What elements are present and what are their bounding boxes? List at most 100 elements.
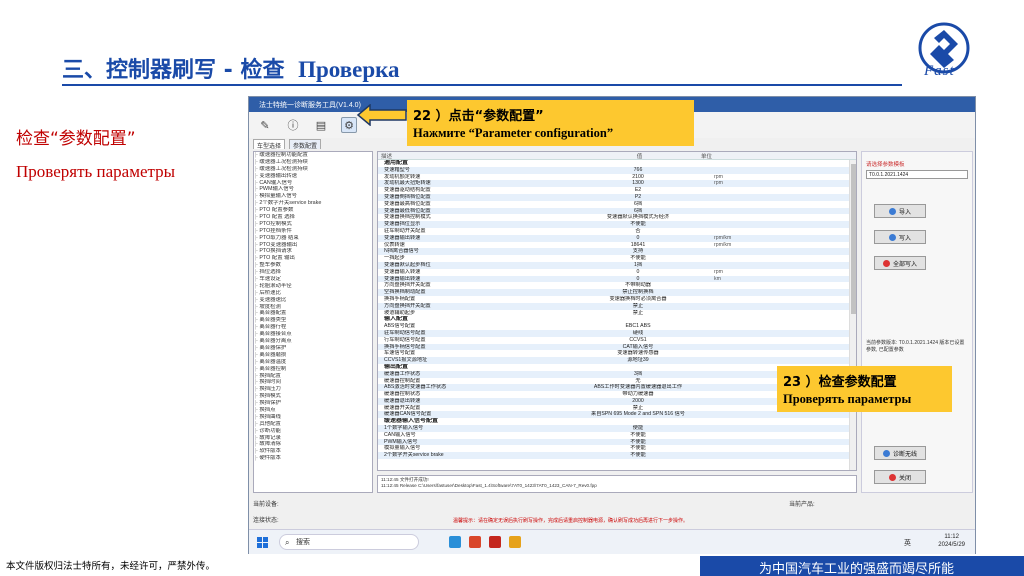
tree-item[interactable]: ├ 换挡保护: [254, 400, 372, 407]
tree-item[interactable]: ├ 轮胎滚动半径: [254, 283, 372, 290]
taskbar-search[interactable]: ⌕ 搜索: [279, 534, 419, 550]
write-button[interactable]: 写入: [874, 230, 926, 244]
tree-item[interactable]: ├ 离合器控制: [254, 366, 372, 373]
diag-button[interactable]: 诊断无线: [874, 446, 926, 460]
tree-item[interactable]: ├ PTO挂档条件: [254, 228, 372, 235]
grid-row[interactable]: 空挡换档制动配置 禁止控制换档: [378, 289, 856, 296]
grid-row[interactable]: 行车制动信号配置 CCVS1: [378, 337, 856, 344]
tree-item[interactable]: ├ PTO换挡请求: [254, 248, 372, 255]
grid-row[interactable]: 坡道辅助起步 禁止: [378, 310, 856, 317]
tree-item[interactable]: ├ 模拟量输入信号: [254, 193, 372, 200]
tree-item[interactable]: ├ PTO控制模式: [254, 221, 372, 228]
grid-group-row[interactable]: 输入配置: [378, 316, 856, 324]
grid-row[interactable]: 变速器输出转速 0 km: [378, 275, 856, 283]
tree-item[interactable]: ├ CAN输入信号: [254, 180, 372, 187]
tree-item[interactable]: ├ 离合器配置: [254, 310, 372, 317]
grid-row[interactable]: 变速器输出转速 0 rpm/km: [378, 234, 856, 242]
template-select[interactable]: T0.0.1.2021.1424: [866, 170, 968, 179]
tree-item[interactable]: ├ 其他配置: [254, 421, 372, 428]
tab-vehicle[interactable]: 车型选择: [253, 139, 286, 150]
grid-row[interactable]: 变速器驱动结构配置 E2: [378, 187, 856, 194]
tree-item[interactable]: ├ PTO 配置参数: [254, 207, 372, 214]
tree-item[interactable]: ├ 变速器输出转速: [254, 173, 372, 180]
import-button[interactable]: 导入: [874, 204, 926, 218]
write-all-button[interactable]: 全部写入: [874, 256, 926, 270]
tree-item[interactable]: ├ 车速设定: [254, 276, 372, 283]
tree-item[interactable]: ├ 缓速器工况检测持续: [254, 166, 372, 173]
tree-item[interactable]: ├ 缓速器控制功能配置: [254, 152, 372, 159]
tree-item[interactable]: ├ 换挡点: [254, 407, 372, 414]
info-icon[interactable]: ⓘ: [285, 117, 301, 133]
grid-row[interactable]: 驻车制动开关配置 否: [378, 228, 856, 235]
tree-item[interactable]: ├ 变速器速比: [254, 297, 372, 304]
tree-item[interactable]: ├ 离合器分离点: [254, 338, 372, 345]
tree-item[interactable]: ├ 后桥速比: [254, 290, 372, 297]
taskbar-powerpoint-icon[interactable]: [469, 536, 481, 548]
grid-row[interactable]: 方向盘换挡开关配置 禁止: [378, 302, 856, 310]
tree-item[interactable]: ├ 故障清除: [254, 441, 372, 448]
grid-row[interactable]: 1个数字输入信号 使能: [378, 425, 856, 432]
tree-item[interactable]: ├ 缓速器工况检测持续: [254, 159, 372, 166]
tree-item[interactable]: ├ 离合器保护: [254, 345, 372, 352]
tree-item[interactable]: ├ 整车参数: [254, 262, 372, 269]
tree-item[interactable]: ├ 离合器接合点: [254, 331, 372, 338]
grid-row[interactable]: 变速器输入转速 0 rpm: [378, 269, 856, 276]
tree-item[interactable]: ├ 离合器磨损: [254, 352, 372, 359]
grid-group-row[interactable]: 通用配置: [378, 160, 856, 167]
document-icon[interactable]: ▤: [313, 117, 329, 133]
taskbar-edge-icon[interactable]: [449, 536, 461, 548]
close-button[interactable]: 关闭: [874, 470, 926, 484]
tree-item[interactable]: ├ 坡度检测: [254, 304, 372, 311]
grid-row[interactable]: 换挡手柄配置 变速器换档时必须离合器: [378, 296, 856, 303]
tree-item[interactable]: ├ 换挡时间: [254, 379, 372, 386]
taskbar-pdf-icon[interactable]: [489, 536, 501, 548]
tray-lang[interactable]: 英: [904, 538, 911, 548]
tree-item[interactable]: ├ 硬件版本: [254, 455, 372, 462]
grid-row[interactable]: 变速器倒挡档位配置 P2: [378, 193, 856, 201]
tree-item[interactable]: ├ 离合器行程: [254, 324, 372, 331]
grid-row[interactable]: 一挡起步 不使能: [378, 255, 856, 262]
tree-item[interactable]: ├ 挡位选择: [254, 269, 372, 276]
taskbar-folder-icon[interactable]: [509, 536, 521, 548]
grid-row[interactable]: 变速器默认起步档位 1挡: [378, 261, 856, 269]
grid-row[interactable]: 缓速器CAN信号配置 来自SPN 695 Mode 2 and SPN 516 信…: [378, 411, 856, 419]
tree-item[interactable]: ├ 换挡压力: [254, 386, 372, 393]
grid-row[interactable]: 变速箱型号 766: [378, 166, 856, 174]
grid-row[interactable]: 车速信号配置 变速器转速传感器: [378, 350, 856, 357]
grid-row[interactable]: 发动机额定转速 2100 rpm: [378, 174, 856, 181]
tree-item[interactable]: ├ PTO取力器 结束: [254, 235, 372, 242]
tree-item[interactable]: ├ 离合器类型: [254, 317, 372, 324]
grid-row[interactable]: 2个数字开关service brake 不使能: [378, 452, 856, 460]
tree-item[interactable]: ├ 换挡配置: [254, 373, 372, 380]
tree-item[interactable]: ├ 故障记录: [254, 435, 372, 442]
grid-row[interactable]: 方向盘换挡开关配置 不带制动器: [378, 282, 856, 289]
grid-row[interactable]: ABS信号配置 EBC1 ABS: [378, 323, 856, 330]
tree-item[interactable]: ├ 诊断功能: [254, 428, 372, 435]
grid-row[interactable]: 驻车制动信号配置 硬线: [378, 329, 856, 337]
grid-row[interactable]: 模拟量输入信号 不使能: [378, 445, 856, 452]
gear-icon[interactable]: ⚙: [341, 117, 357, 133]
grid-row[interactable]: N挡离合器信号 支持: [378, 248, 856, 256]
grid-group-row[interactable]: 缓速器输入信号配置: [378, 418, 856, 426]
pen-icon[interactable]: ✎: [257, 117, 273, 133]
tree-item[interactable]: ├ 换挡模式: [254, 393, 372, 400]
grid-row[interactable]: 变速器换档控制模式 变速器默认换挡模式为经济: [378, 214, 856, 221]
grid-row[interactable]: 变速器最高档位配置 6挡: [378, 201, 856, 208]
tree-item[interactable]: ├ PWM输入信号: [254, 186, 372, 193]
tree-item[interactable]: ├ PTO 配置 输出: [254, 255, 372, 262]
scroll-thumb[interactable]: [851, 164, 856, 314]
grid-row[interactable]: 仪表转速 18641 rpm/km: [378, 242, 856, 249]
windows-start-icon[interactable]: [257, 537, 268, 548]
tree-item[interactable]: ├ PTO 配置 选择: [254, 214, 372, 221]
tree-item[interactable]: ├ 换挡曲线: [254, 414, 372, 421]
tree-item[interactable]: ├ 离合器温度: [254, 359, 372, 366]
grid-row[interactable]: 发动机最大扭矩转速 1300 rpm: [378, 180, 856, 188]
grid-row[interactable]: 变速器挡位显示 不使能: [378, 221, 856, 228]
tree-item[interactable]: ├ PTO变速器输出: [254, 242, 372, 249]
tree-item[interactable]: ├ 软件版本: [254, 448, 372, 455]
grid-row[interactable]: 变速器最低档位配置 6挡: [378, 207, 856, 215]
tree-item[interactable]: ├ 2个数字开关service brake: [254, 200, 372, 207]
parameter-tree[interactable]: ├ 缓速器控制功能配置 ├ 缓速器工况检测持续 ├ 缓速器工况检测持续 ├ 变速…: [253, 151, 373, 493]
grid-row[interactable]: CCVS1报文源地址 源地址39: [378, 357, 856, 364]
grid-row[interactable]: CAN输入信号 不使能: [378, 432, 856, 439]
